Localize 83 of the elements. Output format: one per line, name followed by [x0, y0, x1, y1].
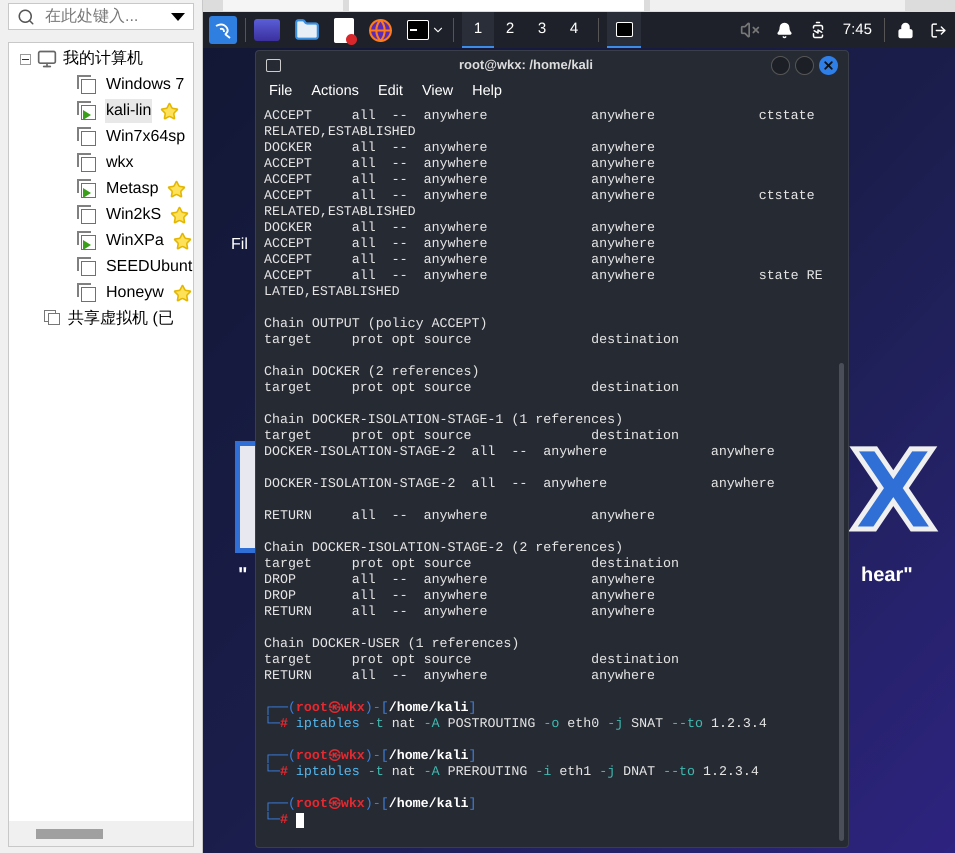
prompt-line: ┌──(root㉿wkx)-[/home/kali] — [264, 700, 478, 716]
terminal-icon[interactable] — [407, 20, 429, 40]
workspace-tab[interactable]: 2 — [494, 12, 526, 48]
logo-icon[interactable] — [209, 16, 237, 44]
terminal-line: DROP all -- anywhere anywhere — [264, 572, 656, 588]
shared-vm-icon — [44, 310, 62, 328]
search-input[interactable]: 在此处键入... — [45, 4, 161, 28]
vm-name[interactable]: wkx — [105, 151, 135, 175]
collapse-toggle-icon[interactable] — [20, 54, 31, 64]
folder-icon[interactable] — [294, 17, 320, 43]
terminal-line: target prot opt source destination — [264, 332, 680, 348]
clock-time[interactable]: 7:45 — [842, 18, 872, 42]
terminal-line: target prot opt source destination — [264, 428, 680, 444]
terminal-line: RELATED,ESTABLISHED — [264, 204, 417, 220]
terminal-line: target prot opt source destination — [264, 652, 680, 668]
scrollbar-thumb[interactable] — [838, 363, 844, 841]
menu-item[interactable]: File — [269, 80, 292, 102]
close-icon — [822, 58, 835, 72]
terminal-icon — [266, 58, 281, 72]
terminal-line: target prot opt source destination — [264, 556, 680, 572]
menu-item[interactable]: Edit — [378, 80, 403, 102]
terminal-line: DOCKER all -- anywhere anywhere — [264, 140, 656, 156]
command-line: └─# iptables -t nat -A POSTROUTING -o eth0 -j SNAT --to 1.2.3.4 — [264, 716, 767, 732]
terminal-line: RETURN all -- anywhere anywhere — [264, 668, 656, 684]
quote-text: hear" — [861, 563, 913, 588]
terminal-line: ACCEPT all -- anywhere anywhere — [264, 236, 656, 252]
terminal-line: target prot opt source destination — [264, 380, 680, 396]
tree-label[interactable]: 共享虚拟机 (已 — [68, 307, 174, 331]
terminal-line: Chain DOCKER (2 references) — [264, 364, 480, 380]
lock-icon[interactable] — [897, 22, 914, 38]
terminal-line: DROP all -- anywhere anywhere — [264, 588, 656, 604]
close-button[interactable] — [819, 56, 838, 74]
terminal-line: DOCKER-ISOLATION-STAGE-2 all -- anywhere anywhere — [264, 476, 776, 492]
workspace-tab[interactable]: 4 — [558, 12, 590, 48]
vm-name[interactable]: kali-lin — [105, 99, 152, 123]
browser-icon[interactable] — [368, 18, 393, 42]
terminal-line: ACCEPT all -- anywhere anywhere state RE — [264, 268, 824, 284]
workspace-tab[interactable]: 1 — [462, 12, 494, 48]
terminal-line: DOCKER all -- anywhere anywhere — [264, 220, 656, 236]
terminal-line: Chain DOCKER-USER (1 references) — [264, 636, 520, 652]
window-title: root@wkx: /home/kali — [458, 56, 594, 74]
vm-name[interactable]: Honeyw — [105, 281, 165, 305]
menu-item[interactable]: View — [422, 80, 454, 102]
notification-bell-icon[interactable] — [776, 22, 793, 38]
vm-name[interactable]: Metasp — [105, 177, 160, 201]
quote-mark: " — [238, 563, 248, 588]
logo-letter: X — [851, 426, 936, 556]
workspace-tab[interactable]: 3 — [526, 12, 558, 48]
dropdown-caret-icon[interactable] — [171, 12, 185, 20]
terminal-line: Chain OUTPUT (policy ACCEPT) — [264, 316, 488, 332]
terminal-line: ACCEPT all -- anywhere anywhere — [264, 172, 656, 188]
prompt-line: ┌──(root㉿wkx)-[/home/kali] — [264, 748, 478, 764]
terminal-line: DOCKER-ISOLATION-STAGE-2 all -- anywhere anywhere — [264, 444, 776, 460]
document-icon[interactable] — [334, 18, 354, 42]
command-line: └─# iptables -t nat -A PREROUTING -i eth1 -j DNAT --to 1.2.3.4 — [264, 764, 759, 780]
search-field[interactable]: 在此处键入... — [8, 3, 194, 30]
prompt-line: ┌──(root㉿wkx)-[/home/kali] — [264, 796, 478, 812]
terminal-line: ACCEPT all -- anywhere anywhere — [264, 156, 656, 172]
terminal-line: ACCEPT all -- anywhere anywhere ctstate — [264, 188, 816, 204]
desktop-icon-label[interactable]: Fil — [231, 233, 248, 257]
logout-icon[interactable] — [930, 22, 947, 38]
vm-name[interactable]: SEEDUbunt — [105, 255, 193, 279]
search-icon — [17, 8, 35, 26]
muted-speaker-icon[interactable] — [740, 20, 760, 40]
terminal-line: Chain DOCKER-ISOLATION-STAGE-1 (1 references) — [264, 412, 624, 428]
scrollbar-thumb[interactable] — [36, 828, 103, 838]
vm-name[interactable]: Win7x64sp — [105, 125, 186, 149]
terminal-line: ACCEPT all -- anywhere anywhere — [264, 252, 656, 268]
computer-icon — [37, 49, 57, 69]
vm-name[interactable]: Windows 7 — [105, 73, 186, 97]
vm-name[interactable]: Win2kS — [105, 203, 162, 227]
command-line: └─# — [264, 812, 288, 828]
menu-item[interactable]: Actions — [311, 80, 359, 102]
tree-label[interactable]: 我的计算机 — [63, 47, 143, 71]
terminal-line: ACCEPT all -- anywhere anywhere ctstate — [264, 108, 816, 124]
vm-name[interactable]: WinXPa — [105, 229, 165, 253]
terminal-line: RELATED,ESTABLISHED — [264, 124, 417, 140]
terminal-task-button[interactable] — [607, 12, 641, 48]
menu-item[interactable]: Help — [472, 80, 502, 102]
terminal-line: Chain DOCKER-ISOLATION-STAGE-2 (2 references) — [264, 540, 624, 556]
terminal-line: LATED,ESTABLISHED — [264, 284, 401, 300]
terminal-line: RETURN all -- anywhere anywhere — [264, 604, 656, 620]
terminal-line: RETURN all -- anywhere anywhere — [264, 508, 656, 524]
